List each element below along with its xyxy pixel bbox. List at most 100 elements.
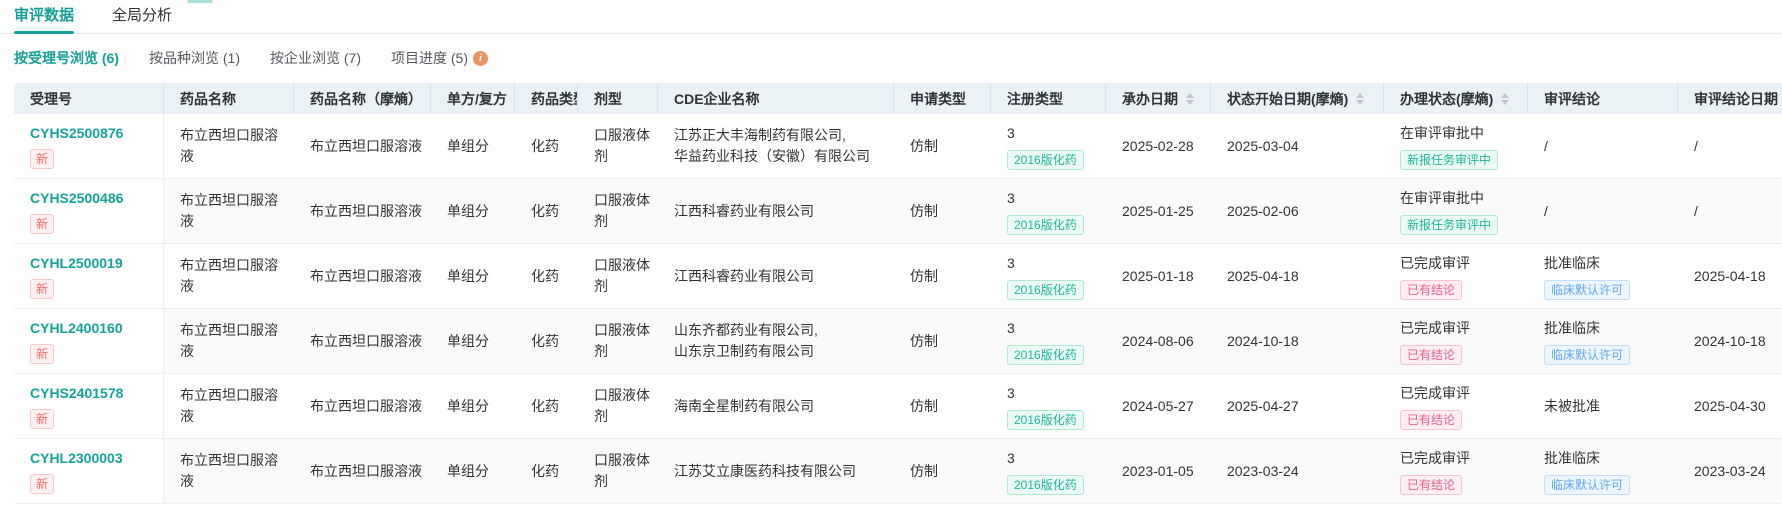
new-badge: 新 [30,214,55,234]
cell-status-start-date: 2023-03-24 [1211,439,1384,504]
cell-handling-status: 已完成审评 已有结论 [1384,244,1528,309]
cell-conclusion-date: 2023-03-24 [1678,439,1782,504]
cell-conclusion-date: / [1678,179,1782,244]
company-line: 华益药业科技（安徽）有限公司 [674,148,870,164]
handling-status-badge: 新报任务审评中 [1400,214,1499,235]
new-badge-wrap: 新 [30,469,155,494]
acceptance-no-link[interactable]: CYHS2500876 [30,123,123,144]
cell-conclusion-date: / [1678,114,1782,179]
acceptance-no-link[interactable]: CYHL2300003 [30,448,123,469]
cell-drug-name-moentropy: 布立西坦口服溶液 [294,439,431,504]
col-header-registration_type: 注册类型 [991,83,1106,114]
col-header-inner: 审评结论 [1544,89,1669,109]
col-header-conclusion_date: 审评结论日期 [1678,83,1782,114]
new-badge: 新 [30,149,55,169]
cell-acceptance-date: 2025-01-25 [1106,179,1211,244]
subtab-2[interactable]: 按品种浏览 (1) [149,48,240,68]
new-badge: 新 [30,474,55,494]
reg-type-number: 3 [1007,189,1015,206]
handling-status-text: 在审评审批中 [1400,189,1484,206]
info-icon[interactable]: i [473,50,488,66]
sort-desc-icon[interactable] [1186,99,1194,105]
col-header-inner: 承办日期 [1122,89,1202,109]
sort-desc-icon[interactable] [1356,99,1365,105]
sort-asc-icon[interactable] [1186,92,1194,98]
acceptance-no-link[interactable]: CYHL2500019 [30,253,123,274]
reg-type-badge: 2016版化药 [1007,279,1084,300]
cell-drug-name-moentropy: 布立西坦口服溶液 [294,244,431,309]
sort-desc-icon[interactable] [1501,99,1510,105]
col-header-status_start_date[interactable]: 状态开始日期(摩熵) [1211,83,1384,114]
sort-carets[interactable] [1186,92,1194,105]
review-data-table: 受理号 药品名称 药品名称（摩熵） 单方/复方 药品类型剂型 CDE企业名称 申请类型 注册类… [14,83,1782,504]
sort-carets[interactable] [1501,92,1510,105]
cell-drug-type: 化药 [515,374,578,439]
cell-registration-type: 3 2016版化药 [991,179,1106,244]
reg-type-number: 3 [1007,124,1015,141]
table-row: CYHL2500019 新布立西坦口服溶液 布立西坦口服溶液 单组分 化药 口服液体剂 江西… [14,244,1782,309]
table-body: CYHS2500876 新布立西坦口服溶液 布立西坦口服溶液 单组分 化药 口服液体剂 江苏… [14,114,1782,504]
reg-type-number: 3 [1007,449,1015,466]
handling-status-text: 已完成审评 [1400,319,1470,336]
cell-conclusion-date: 2025-04-30 [1678,374,1782,439]
col-header-drug_name: 药品名称 [164,83,294,114]
cell-handling-status: 在审评审批中 新报任务审评中 [1384,114,1528,179]
cell-drug-type: 化药 [515,244,578,309]
col-header-drug_type: 药品类型 [515,83,578,114]
company-line: 山东齐都药业有限公司, [674,322,818,338]
sort-asc-icon[interactable] [1356,92,1365,98]
subtab-1[interactable]: 按受理号浏览 (6) [14,48,119,68]
subtab-label: 按受理号浏览 (6) [14,50,119,66]
col-header-label: 药品名称 [180,90,236,107]
cell-review-conclusion: 批准临床 临床默认许可 [1528,244,1678,309]
company-line: 海南全星制药有限公司 [674,397,814,414]
cell-drug-type: 化药 [515,309,578,374]
acceptance-no-link[interactable]: CYHL2400160 [30,318,123,339]
subtab-4[interactable]: 项目进度 (5) i [391,48,488,68]
reg-type-badge: 2016版化药 [1007,409,1084,430]
cell-drug-name: 布立西坦口服溶液 [164,244,294,309]
cell-conclusion-date: 2024-10-18 [1678,309,1782,374]
cell-status-start-date: 2024-10-18 [1211,309,1384,374]
cell-handling-status: 已完成审评 已有结论 [1384,439,1528,504]
review-conclusion-badge: 临床默认许可 [1544,474,1631,495]
cell-drug-name-moentropy: 布立西坦口服溶液 [294,114,431,179]
tab-全局分析[interactable]: 全局分析 [112,0,172,34]
new-badge-wrap: 新 [30,209,155,234]
handling-status-text: 已完成审评 [1400,254,1470,271]
cell-acceptance-no: CYHL2500019 新 [14,244,164,309]
col-header-acceptance_date[interactable]: 承办日期 [1106,83,1211,114]
col-header-inner: 剂型 [594,89,649,109]
cell-status-start-date: 2025-04-18 [1211,244,1384,309]
acceptance-no-link[interactable]: CYHS2401578 [30,383,123,404]
subtab-3[interactable]: 按企业浏览 (7) [270,48,361,68]
reg-type-badge: 2016版化药 [1007,344,1084,365]
handling-status-text: 在审评审批中 [1400,124,1484,141]
col-header-inner: 申请类型 [910,89,982,109]
cell-cde-company: 江苏艾立康医药科技有限公司 [658,439,894,504]
handling-status-badge: 已有结论 [1400,279,1463,300]
cell-acceptance-date: 2024-05-27 [1106,374,1211,439]
col-header-review_conclusion: 审评结论 [1528,83,1678,114]
col-header-label: 办理状态(摩熵) [1400,90,1494,107]
cell-registration-type: 3 2016版化药 [991,114,1106,179]
review-conclusion-text: 批准临床 [1544,319,1600,336]
cell-acceptance-no: CYHL2400160 新 [14,309,164,374]
cell-acceptance-date: 2025-01-18 [1106,244,1211,309]
cell-cde-company: 江西科睿药业有限公司 [658,179,894,244]
col-header-mono_combo: 单方/复方 [431,83,515,114]
cell-acceptance-date: 2025-02-28 [1106,114,1211,179]
tab-审评数据[interactable]: 审评数据 [14,0,75,34]
sort-carets[interactable] [1356,92,1365,105]
col-header-label: 剂型 [594,90,622,107]
subtab-label: 按品种浏览 (1) [149,50,240,66]
cell-dosage-form: 口服液体剂 [578,244,658,309]
review-conclusion-badge: 临床默认许可 [1544,344,1631,365]
sort-asc-icon[interactable] [1501,92,1510,98]
cell-review-conclusion: 批准临床临床默认许可 [1528,309,1678,374]
cell-status-start-date: 2025-03-04 [1211,114,1384,179]
col-header-cde_company: CDE企业名称 [658,83,894,114]
acceptance-no-link[interactable]: CYHS2500486 [30,188,123,209]
review-data-table-wrap: 受理号 药品名称 药品名称（摩熵） 单方/复方 药品类型剂型 CDE企业名称 申请类型 注册类… [14,83,1782,504]
col-header-handling_status[interactable]: 办理状态(摩熵) [1384,83,1528,114]
